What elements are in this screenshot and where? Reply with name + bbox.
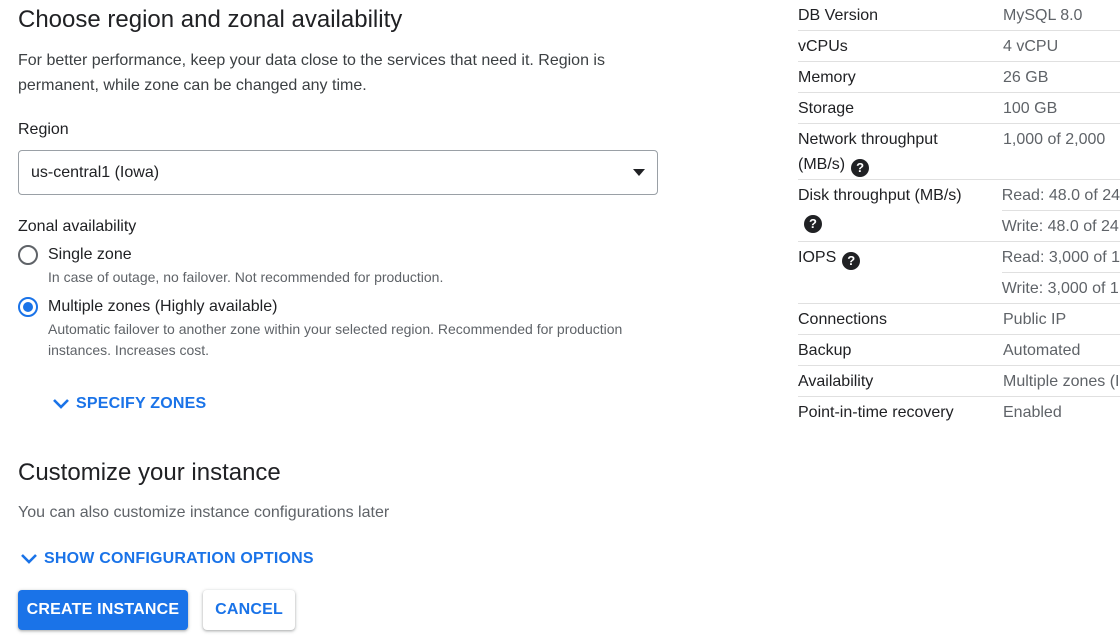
specify-zones-button[interactable]: SPECIFY ZONES <box>52 395 206 413</box>
region-select[interactable]: us-central1 (Iowa) <box>18 150 658 195</box>
summary-row-db-version: DB Version MySQL 8.0 <box>798 0 1120 31</box>
summary-value: 4 vCPU <box>1003 38 1059 55</box>
summary-value: 1,000 of 2,000 <box>1003 131 1106 148</box>
summary-value: Multiple zones (I <box>1003 373 1120 390</box>
summary-value: Automated <box>1003 342 1081 359</box>
summary-value: 26 GB <box>1003 69 1049 86</box>
single-zone-help: In case of outage, no failover. Not reco… <box>48 269 444 285</box>
summary-key-unit: (MB/s) <box>798 156 846 173</box>
chevron-down-icon <box>21 554 37 564</box>
summary-key: vCPUs <box>798 38 848 55</box>
summary-value-write: Write: 3,000 of 1 <box>1001 272 1120 301</box>
summary-key: Memory <box>798 69 856 86</box>
customize-section-subtitle: You can also customize instance configur… <box>18 504 390 521</box>
summary-value: Public IP <box>1003 311 1067 328</box>
multiple-zones-radio[interactable]: Multiple zones (Highly available) <box>18 297 277 317</box>
summary-row-disk-throughput: Disk throughput (MB/s) ? Read: 48.0 of 2… <box>798 180 1120 242</box>
summary-key: Connections <box>798 311 887 328</box>
dropdown-arrow-icon <box>633 167 645 179</box>
summary-key: Availability <box>798 373 874 390</box>
chevron-down-icon <box>53 399 69 409</box>
help-icon[interactable]: ? <box>804 214 822 233</box>
multiple-zones-help: Automatic failover to another zone withi… <box>48 321 623 358</box>
show-configuration-options-button[interactable]: SHOW CONFIGURATION OPTIONS <box>20 550 314 568</box>
region-section-description: For better performance, keep your data c… <box>18 52 605 94</box>
summary-row-connections: Connections Public IP <box>798 304 1120 335</box>
summary-row-pitr: Point-in-time recovery Enabled <box>798 397 1120 427</box>
cancel-button[interactable]: CANCEL <box>203 590 295 630</box>
help-icon[interactable]: ? <box>842 251 861 270</box>
summary-row-backup: Backup Automated <box>798 335 1120 366</box>
zonal-availability-label: Zonal availability <box>18 218 137 235</box>
single-zone-radio[interactable]: Single zone <box>18 245 132 265</box>
region-select-value: us-central1 (Iowa) <box>31 163 160 181</box>
summary-row-storage: Storage 100 GB <box>798 93 1120 124</box>
create-instance-page: Choose region and zonal availability For… <box>0 0 1120 636</box>
summary-value: MySQL 8.0 <box>1003 7 1083 24</box>
summary-key: Point-in-time recovery <box>798 404 954 421</box>
summary-value: 100 GB <box>1003 100 1058 117</box>
summary-key: Network throughput <box>798 131 938 148</box>
summary-value-read: Read: 3,000 of 1 <box>1001 249 1120 266</box>
radio-unchecked-icon[interactable] <box>18 245 38 265</box>
radio-checked-icon[interactable] <box>18 297 38 317</box>
create-instance-button[interactable]: CREATE INSTANCE <box>18 590 188 630</box>
region-section-title: Choose region and zonal availability <box>18 6 403 33</box>
summary-key: IOPS <box>798 249 837 266</box>
instance-summary-table: DB Version MySQL 8.0 vCPUs 4 vCPU Memory… <box>798 0 1120 427</box>
show-configuration-options-label: SHOW CONFIGURATION OPTIONS <box>44 550 314 567</box>
help-icon[interactable]: ? <box>851 158 870 177</box>
customize-section-title: Customize your instance <box>18 459 281 486</box>
single-zone-label: Single zone <box>48 246 132 263</box>
summary-value-write: Write: 48.0 of 24 <box>1001 210 1120 239</box>
summary-value: Enabled <box>1003 404 1062 421</box>
summary-row-network-throughput: Network throughput (MB/s)? 1,000 of 2,00… <box>798 124 1120 180</box>
summary-value-read: Read: 48.0 of 24 <box>1001 187 1120 204</box>
summary-row-iops: IOPS? Read: 3,000 of 1 Write: 3,000 of 1 <box>798 242 1120 304</box>
multiple-zones-label: Multiple zones (Highly available) <box>48 298 278 315</box>
summary-key: Disk throughput (MB/s) <box>798 187 962 204</box>
summary-key: DB Version <box>798 7 879 24</box>
summary-key: Storage <box>798 100 855 117</box>
summary-key: Backup <box>798 342 852 359</box>
region-label: Region <box>18 121 69 138</box>
specify-zones-label: SPECIFY ZONES <box>76 395 207 412</box>
summary-row-vcpus: vCPUs 4 vCPU <box>798 31 1120 62</box>
summary-row-memory: Memory 26 GB <box>798 62 1120 93</box>
summary-row-availability: Availability Multiple zones (I <box>798 366 1120 397</box>
